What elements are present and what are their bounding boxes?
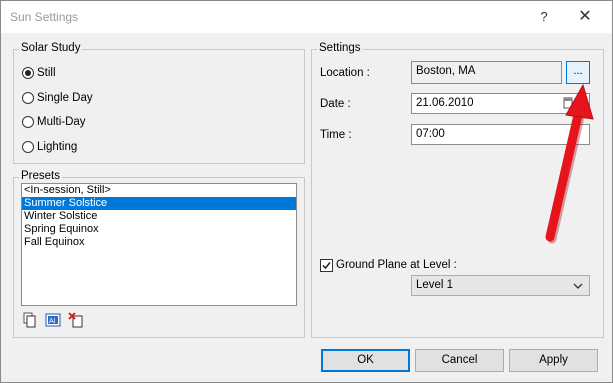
help-button[interactable]: ? [535,7,553,27]
dialog-title: Sun Settings [10,10,79,24]
preset-item[interactable]: Fall Equinox [22,236,296,249]
cancel-button[interactable]: Cancel [415,349,504,372]
svg-text:AI: AI [49,318,56,325]
date-label: Date : [320,98,351,110]
apply-button[interactable]: Apply [509,349,598,372]
preset-item-selected[interactable]: Summer Solstice [22,197,296,210]
time-field[interactable]: 07:00 [411,124,590,145]
location-label: Location : [320,67,370,79]
location-browse-button[interactable]: ... [566,61,590,84]
presets-list[interactable]: <In-session, Still> Summer Solstice Wint… [21,183,297,306]
ground-plane-label: Ground Plane at Level : [336,259,457,271]
radio-lighting-label: Lighting [37,141,78,153]
location-field[interactable]: Boston, MA [411,61,562,84]
radio-single-day-indicator [22,92,34,104]
duplicate-icon[interactable] [22,312,38,328]
radio-still[interactable]: Still [22,65,56,81]
delete-icon[interactable] [68,312,84,328]
presets-title: Presets [19,170,62,182]
radio-lighting-indicator [22,141,34,153]
radio-still-indicator [22,67,34,79]
chevron-down-icon [573,283,583,289]
radio-single-day-label: Single Day [37,92,93,104]
rename-icon[interactable]: AI [45,312,61,328]
ok-button[interactable]: OK [321,349,410,372]
radio-multi-day-label: Multi-Day [37,116,86,128]
sun-settings-dialog: Sun Settings ? ✕ Solar Study Still Singl… [0,0,613,383]
title-bar: Sun Settings ? ✕ [1,1,612,33]
level-dropdown[interactable]: Level 1 [411,275,590,296]
radio-multi-day[interactable]: Multi-Day [22,114,86,130]
calendar-icon[interactable] [562,94,574,113]
solar-study-title: Solar Study [19,42,83,54]
close-button[interactable]: ✕ [575,7,595,27]
radio-multi-day-indicator [22,116,34,128]
preset-item[interactable]: <In-session, Still> [22,184,296,197]
ground-plane-checkbox[interactable]: Ground Plane at Level : [320,257,457,273]
time-label: Time : [320,129,352,141]
radio-still-label: Still [37,67,56,79]
settings-title: Settings [317,42,363,54]
radio-lighting[interactable]: Lighting [22,139,77,155]
ground-plane-checkbox-box [320,258,333,272]
radio-single-day[interactable]: Single Day [22,90,93,106]
level-value: Level 1 [416,279,454,291]
preset-item[interactable]: Spring Equinox [22,223,296,236]
preset-item[interactable]: Winter Solstice [22,210,296,223]
